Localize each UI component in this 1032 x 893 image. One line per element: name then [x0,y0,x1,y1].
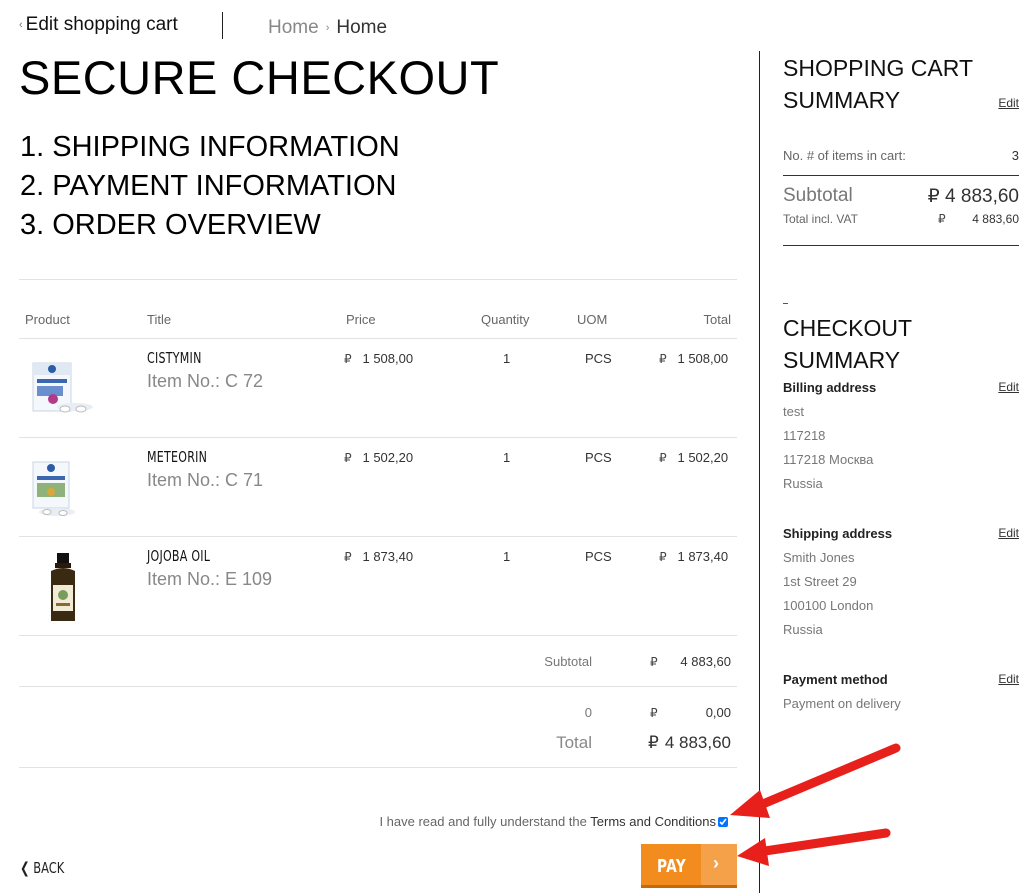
arrow-to-pay-button [737,828,891,866]
annotation-arrows [730,743,901,866]
arrow-to-terms-checkbox [730,743,901,818]
